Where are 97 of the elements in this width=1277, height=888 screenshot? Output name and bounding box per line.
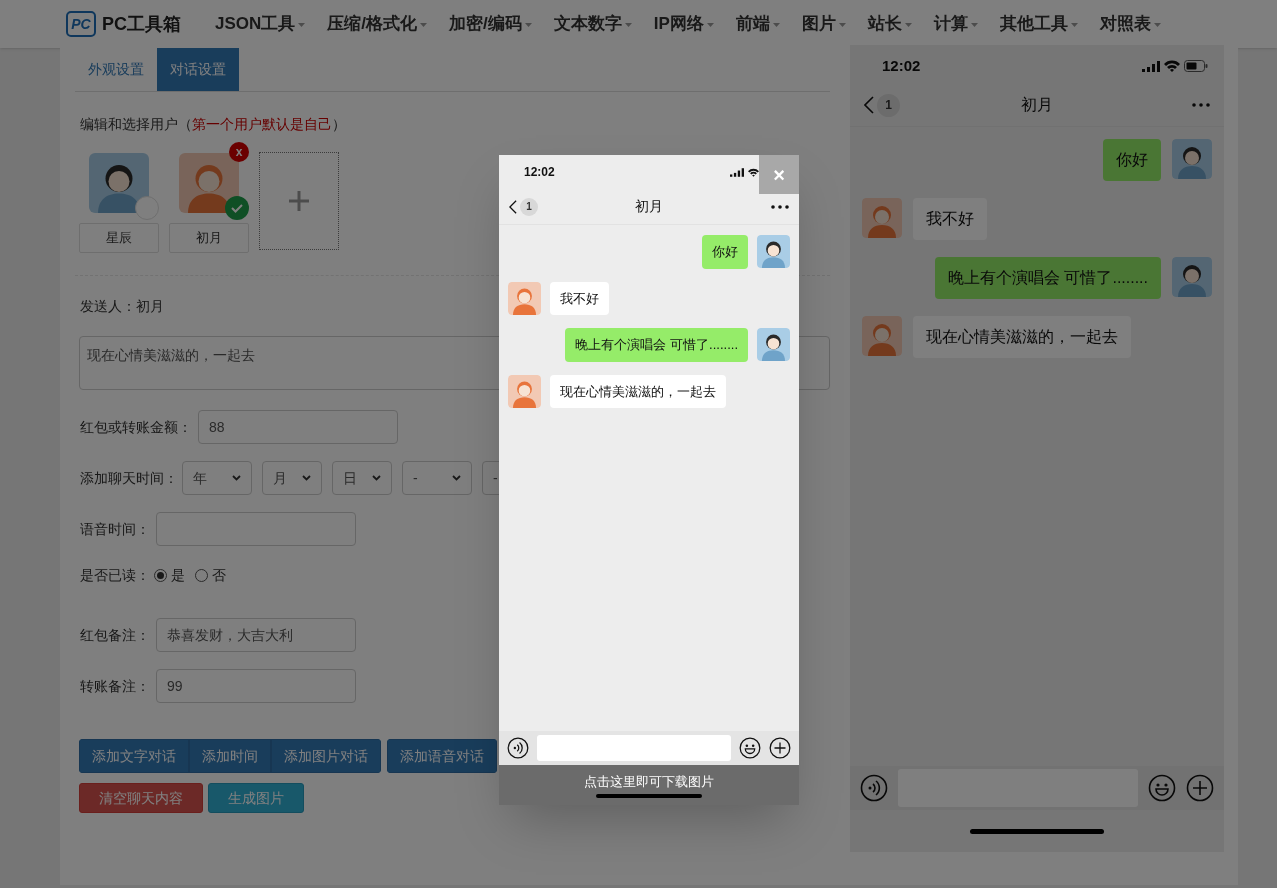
- unread-count: 1: [520, 197, 538, 216]
- nav-menu-item[interactable]: JSON工具: [215, 11, 306, 37]
- status-time: 12:02: [882, 55, 921, 76]
- settings-tab[interactable]: 外观设置: [75, 48, 157, 91]
- plus-icon[interactable]: [769, 737, 791, 759]
- time-select[interactable]: 月: [262, 461, 322, 495]
- back-icon[interactable]: [509, 199, 517, 214]
- caret-icon: [904, 23, 912, 27]
- field-label: 语音时间：: [80, 519, 151, 539]
- avatar-icon: [757, 235, 790, 268]
- chat-title: 初月: [1021, 95, 1053, 115]
- signal-icon: [1142, 60, 1160, 72]
- nav-menu-item[interactable]: 图片: [801, 11, 846, 37]
- download-caption[interactable]: 点击这里即可下载图片: [584, 771, 714, 792]
- nav-menu-item[interactable]: 文本数字: [553, 11, 632, 37]
- received-message-bubble: 我不好: [550, 281, 609, 315]
- avatar-icon: [1172, 139, 1212, 179]
- nav-menu-item[interactable]: 前端: [735, 11, 780, 37]
- chat-title: 初月: [635, 197, 663, 216]
- wifi-icon: [1164, 60, 1180, 72]
- nav-menu-item[interactable]: IP网络: [653, 11, 714, 37]
- gift-note-field[interactable]: 恭喜发财，大吉大利: [156, 618, 356, 652]
- field-label: 转账备注：: [80, 676, 151, 696]
- caret-icon: [298, 23, 306, 27]
- users-heading: 编辑和选择用户（第一个用户默认是自己）: [80, 115, 347, 134]
- add-dialog-button[interactable]: 添加语音对话: [387, 739, 497, 773]
- generate-image-button[interactable]: 生成图片: [208, 783, 304, 813]
- nav-menu-item[interactable]: 站长: [867, 11, 912, 37]
- received-message-bubble: 现在心情美滋滋的，一起去: [913, 316, 1131, 358]
- logo-text[interactable]: PC工具箱: [102, 10, 181, 38]
- field-label: 添加聊天时间：: [80, 468, 179, 488]
- user-name-field[interactable]: 星辰: [79, 223, 159, 253]
- battery-icon: [1184, 60, 1208, 72]
- avatar-icon: [89, 153, 149, 213]
- add-user-button[interactable]: [259, 152, 339, 250]
- nav-menu-item[interactable]: 其他工具: [999, 11, 1078, 37]
- wifi-icon: [748, 167, 759, 177]
- download-caption-bar[interactable]: 点击这里即可下载图片: [499, 765, 799, 805]
- avatar-icon: [508, 374, 541, 408]
- chevron-icon: [302, 475, 311, 481]
- add-dialog-button[interactable]: 添加图片对话: [271, 739, 381, 773]
- amount-field[interactable]: 88: [198, 410, 398, 444]
- caret-icon: [706, 23, 714, 27]
- user-name-field[interactable]: 初月: [169, 223, 249, 253]
- caret-icon: [1153, 23, 1161, 27]
- sent-message-bubble: 晚上有个演唱会 可惜了........: [565, 328, 748, 362]
- chevron-icon: [232, 475, 241, 481]
- chevron-icon: [452, 475, 461, 481]
- logo-mark[interactable]: PC: [66, 11, 96, 37]
- sent-message-bubble: 你好: [1103, 139, 1161, 181]
- read-radio[interactable]: 是: [154, 564, 185, 586]
- signal-icon: [730, 167, 744, 177]
- selected-check-icon[interactable]: [225, 196, 249, 220]
- plus-icon: [289, 191, 309, 211]
- chevron-icon: [372, 475, 381, 481]
- received-message-bubble: 现在心情美滋滋的，一起去: [550, 374, 726, 408]
- avatar-icon: [862, 198, 902, 238]
- unread-count: 1: [877, 93, 900, 117]
- sent-message-bubble: 晚上有个演唱会 可惜了........: [935, 257, 1161, 299]
- time-select[interactable]: 日: [332, 461, 392, 495]
- settings-tab[interactable]: 对话设置: [157, 48, 239, 91]
- avatar-icon: [508, 281, 541, 315]
- status-time: 12:02: [524, 164, 555, 181]
- caret-icon: [524, 23, 532, 27]
- message-input[interactable]: [537, 735, 731, 761]
- nav-menu-item[interactable]: 对照表: [1099, 11, 1161, 37]
- clear-chat-button[interactable]: 清空聊天内容: [79, 783, 203, 813]
- caret-icon: [624, 23, 632, 27]
- field-label: 红包或转账金额：: [80, 417, 192, 437]
- time-select[interactable]: -: [402, 461, 472, 495]
- caret-icon: [772, 23, 780, 27]
- caret-icon: [838, 23, 846, 27]
- field-label: 是否已读：: [80, 565, 151, 585]
- nav-menu-item[interactable]: 计算: [933, 11, 978, 37]
- transfer-note-field[interactable]: 99: [156, 669, 356, 703]
- avatar-icon: [757, 328, 790, 361]
- more-icon[interactable]: [771, 204, 789, 209]
- add-dialog-button[interactable]: 添加时间: [189, 739, 271, 773]
- voice-icon[interactable]: [507, 737, 529, 759]
- nav-menu-item[interactable]: 压缩/格式化: [327, 11, 428, 37]
- sender-label: 发送人：初月: [80, 297, 164, 316]
- close-button[interactable]: ×: [759, 155, 799, 194]
- nav-menu-item[interactable]: 加密/编码: [449, 11, 532, 37]
- field-label: 红包备注：: [80, 625, 151, 645]
- add-dialog-button[interactable]: 添加文字对话: [79, 739, 189, 773]
- emoji-icon[interactable]: [739, 737, 761, 759]
- caret-icon: [1070, 23, 1078, 27]
- caret-icon: [970, 23, 978, 27]
- read-radio[interactable]: 否: [195, 564, 226, 586]
- received-message-bubble: 我不好: [913, 198, 987, 240]
- avatar-icon: [862, 316, 902, 356]
- voice-time-field[interactable]: [156, 512, 356, 546]
- avatar-icon: [1172, 257, 1212, 297]
- time-select[interactable]: 年: [182, 461, 252, 495]
- caret-icon: [420, 23, 428, 27]
- delete-user-button[interactable]: x: [229, 142, 249, 162]
- sent-message-bubble: 你好: [702, 235, 748, 269]
